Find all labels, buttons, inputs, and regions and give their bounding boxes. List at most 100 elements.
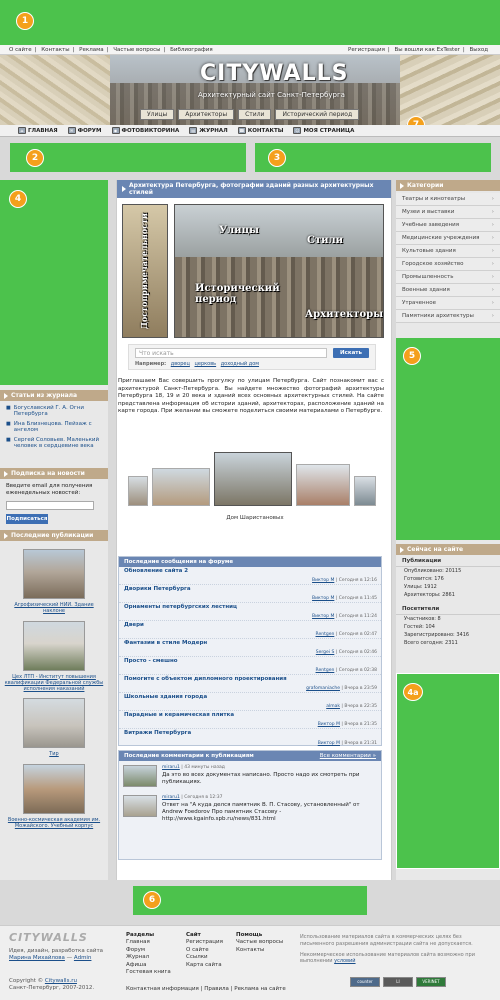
publication-thumbnail[interactable] <box>23 763 85 814</box>
footer-link[interactable]: Главная <box>126 939 171 946</box>
category-item[interactable]: Военные здания › <box>396 284 500 297</box>
carousel-photo-active[interactable] <box>214 452 292 506</box>
conditions-link[interactable]: условий <box>334 958 355 964</box>
nav-contacts[interactable]: ☎ КОНТАКТЫ <box>237 127 283 134</box>
stat-streets: Улицы: 1912 <box>404 584 437 590</box>
forum-topic[interactable]: Двери Rentgen | Сегодня в 02:47 <box>119 621 381 639</box>
collage-architects[interactable]: Архитекторы <box>305 309 383 320</box>
top-link-bibliography[interactable]: Библиография <box>170 47 213 53</box>
category-item[interactable]: Учебные заведения › <box>396 219 500 232</box>
forum-topic[interactable]: Просто - смешно Rentgen | Сегодня в 02:38 <box>119 657 381 675</box>
comment-author[interactable]: miraru1 <box>162 795 180 800</box>
collage-landmarks[interactable]: Достопримечательности <box>122 204 168 338</box>
footer-link[interactable]: Гостевая книга <box>126 969 171 976</box>
site-logo[interactable]: CITYWALLS <box>200 61 348 86</box>
publication-thumbnail[interactable] <box>23 620 85 671</box>
all-comments-link[interactable]: Все комментарии » <box>320 753 376 759</box>
top-link-register[interactable]: Регистрация <box>348 47 385 53</box>
top-link-contacts[interactable]: Контакты <box>41 47 69 53</box>
journal-item[interactable]: ■ Богуславский Г. А. Огни Петербурга <box>6 405 102 417</box>
top-link-faq[interactable]: Частые вопросы <box>113 47 160 53</box>
hero-tab-architects[interactable]: Архитекторы <box>178 109 235 120</box>
nav-forum[interactable]: ✉ ФОРУМ <box>67 127 102 134</box>
category-item[interactable]: Городское хозяйство › <box>396 258 500 271</box>
counter-badge[interactable]: VERINET <box>416 977 446 987</box>
ad-badge-1: 1 <box>16 12 34 30</box>
forum-topic[interactable]: Дворики Петербурга Виктор М | Сегодня в 1… <box>119 585 381 603</box>
top-link-logout[interactable]: Выход <box>469 47 488 53</box>
footer-logo[interactable]: CITYWALLS <box>9 931 88 944</box>
carousel-photo[interactable] <box>354 476 376 506</box>
nav-home[interactable]: ⌂ ГЛАВНАЯ <box>18 127 58 134</box>
search-button[interactable]: Искать <box>333 348 369 358</box>
category-item[interactable]: Театры и кинотеатры › <box>396 193 500 206</box>
forum-topic[interactable]: Обновление сайта 2 Виктор М | Сегодня в 1… <box>119 567 381 585</box>
footer-link[interactable]: Ссылки <box>186 954 223 961</box>
forum-topic[interactable]: Орнаменты петербургских лестниц Виктор М … <box>119 603 381 621</box>
comment-thumbnail[interactable] <box>123 765 157 787</box>
designer-link[interactable]: Марина Михайлова <box>9 955 65 961</box>
counter-badge[interactable]: LI <box>383 977 413 987</box>
nav-journal[interactable]: ▤ ЖУРНАЛ <box>189 127 228 134</box>
footer-link[interactable]: Журнал <box>126 954 171 961</box>
collage-styles[interactable]: Стили <box>307 235 343 246</box>
ad-banner-5 <box>396 338 500 540</box>
search-hint-tenement[interactable]: доходный дом <box>221 361 259 367</box>
footer-link[interactable]: Регистрация <box>186 939 223 946</box>
publication-item[interactable]: Агрофизический НИИ. Здание наклоне <box>0 549 108 615</box>
forum-topic[interactable]: Витражи Петербурга Виктор М | Вчера в 21:… <box>119 729 381 747</box>
search-box: Что искать Искать Например: дворец церко… <box>128 344 376 370</box>
category-item[interactable]: Промышленность › <box>396 271 500 284</box>
category-item[interactable]: Культовые здания › <box>396 245 500 258</box>
search-input[interactable]: Что искать <box>135 348 327 358</box>
counter-badge[interactable]: counter <box>350 977 380 987</box>
subscribe-email-input[interactable] <box>6 501 94 511</box>
top-link-logged-in[interactable]: Вы вошли как ExTester <box>395 47 460 53</box>
carousel-photo[interactable] <box>296 464 350 506</box>
category-item[interactable]: Медицинские учреждения › <box>396 232 500 245</box>
search-hint-church[interactable]: церковь <box>194 361 216 367</box>
footer-link[interactable]: Карта сайта <box>186 962 223 969</box>
category-item[interactable]: Музеи и выставки › <box>396 206 500 219</box>
admin-link[interactable]: Admin <box>74 955 92 961</box>
footer-link[interactable]: Контакты <box>236 947 283 954</box>
footer-link[interactable]: Афиша <box>126 962 171 969</box>
category-item[interactable]: Утраченное › <box>396 297 500 310</box>
journal-icon: ▤ <box>189 127 198 134</box>
visitors-subheader: Посетители <box>396 603 500 615</box>
search-hint-palace[interactable]: дворец <box>171 361 190 367</box>
photo-caption[interactable]: Дом Шаристановых <box>117 515 393 521</box>
publication-item[interactable]: Военно-космическая академия им. Можайско… <box>0 763 108 830</box>
forum-topic[interactable]: Школьные здания города almak | Вчера в 22… <box>119 693 381 711</box>
journal-item[interactable]: ■ Сергей Соловьев. Маленький человек в се… <box>6 437 102 449</box>
carousel-photo[interactable] <box>152 468 210 506</box>
copyright-site-link[interactable]: Citywalls.ru <box>45 978 77 984</box>
nav-photoquiz[interactable]: ◉ ФОТОВИКТОРИНА <box>111 127 179 134</box>
publication-thumbnail[interactable] <box>23 549 85 599</box>
footer-link[interactable]: О сайте <box>186 947 223 954</box>
forum-topic[interactable]: Фантазии в стиле Модерн Sergei S | Сегодн… <box>119 639 381 657</box>
subscribe-button[interactable]: Подписаться <box>6 514 48 525</box>
nav-my-page[interactable]: ☺ МОЯ СТРАНИЦА <box>293 127 354 134</box>
publication-item[interactable]: Тир <box>0 698 108 757</box>
comment-thumbnail[interactable] <box>123 795 157 817</box>
comment-author[interactable]: miraru1 <box>162 765 180 770</box>
journal-item[interactable]: ■ Ина Близнецова. Пейзаж с ангелом <box>6 421 102 433</box>
footer-link[interactable]: Частые вопросы <box>236 939 283 946</box>
footer-link[interactable]: Форум <box>126 947 171 954</box>
hero-tab-styles[interactable]: Стили <box>238 109 272 120</box>
top-link-ads[interactable]: Реклама <box>79 47 103 53</box>
carousel-photo[interactable] <box>128 476 148 506</box>
hero-tab-period[interactable]: Исторический период <box>275 109 360 120</box>
header-hero: CITYWALLS Архитектурный сайт Санкт-Петер… <box>0 55 500 125</box>
footer-bottom-links[interactable]: Контактная информация | Правила | Реклам… <box>126 986 286 992</box>
category-item[interactable]: Памятники архитектуры › <box>396 310 500 323</box>
collage-streets[interactable]: Улицы <box>219 225 259 236</box>
top-link-about[interactable]: О сайте <box>9 47 32 53</box>
hero-tab-streets[interactable]: Улицы <box>140 109 175 120</box>
forum-topic[interactable]: Помогите с объектом дипломного проектиро… <box>119 675 381 693</box>
publication-thumbnail[interactable] <box>23 698 85 749</box>
collage-period[interactable]: Исторический период <box>195 283 280 305</box>
publication-item[interactable]: Цех ЛТП - Институт повышения квалификаци… <box>0 620 108 693</box>
forum-topic[interactable]: Парадные и керамическая плитка Виктор М |… <box>119 711 381 729</box>
